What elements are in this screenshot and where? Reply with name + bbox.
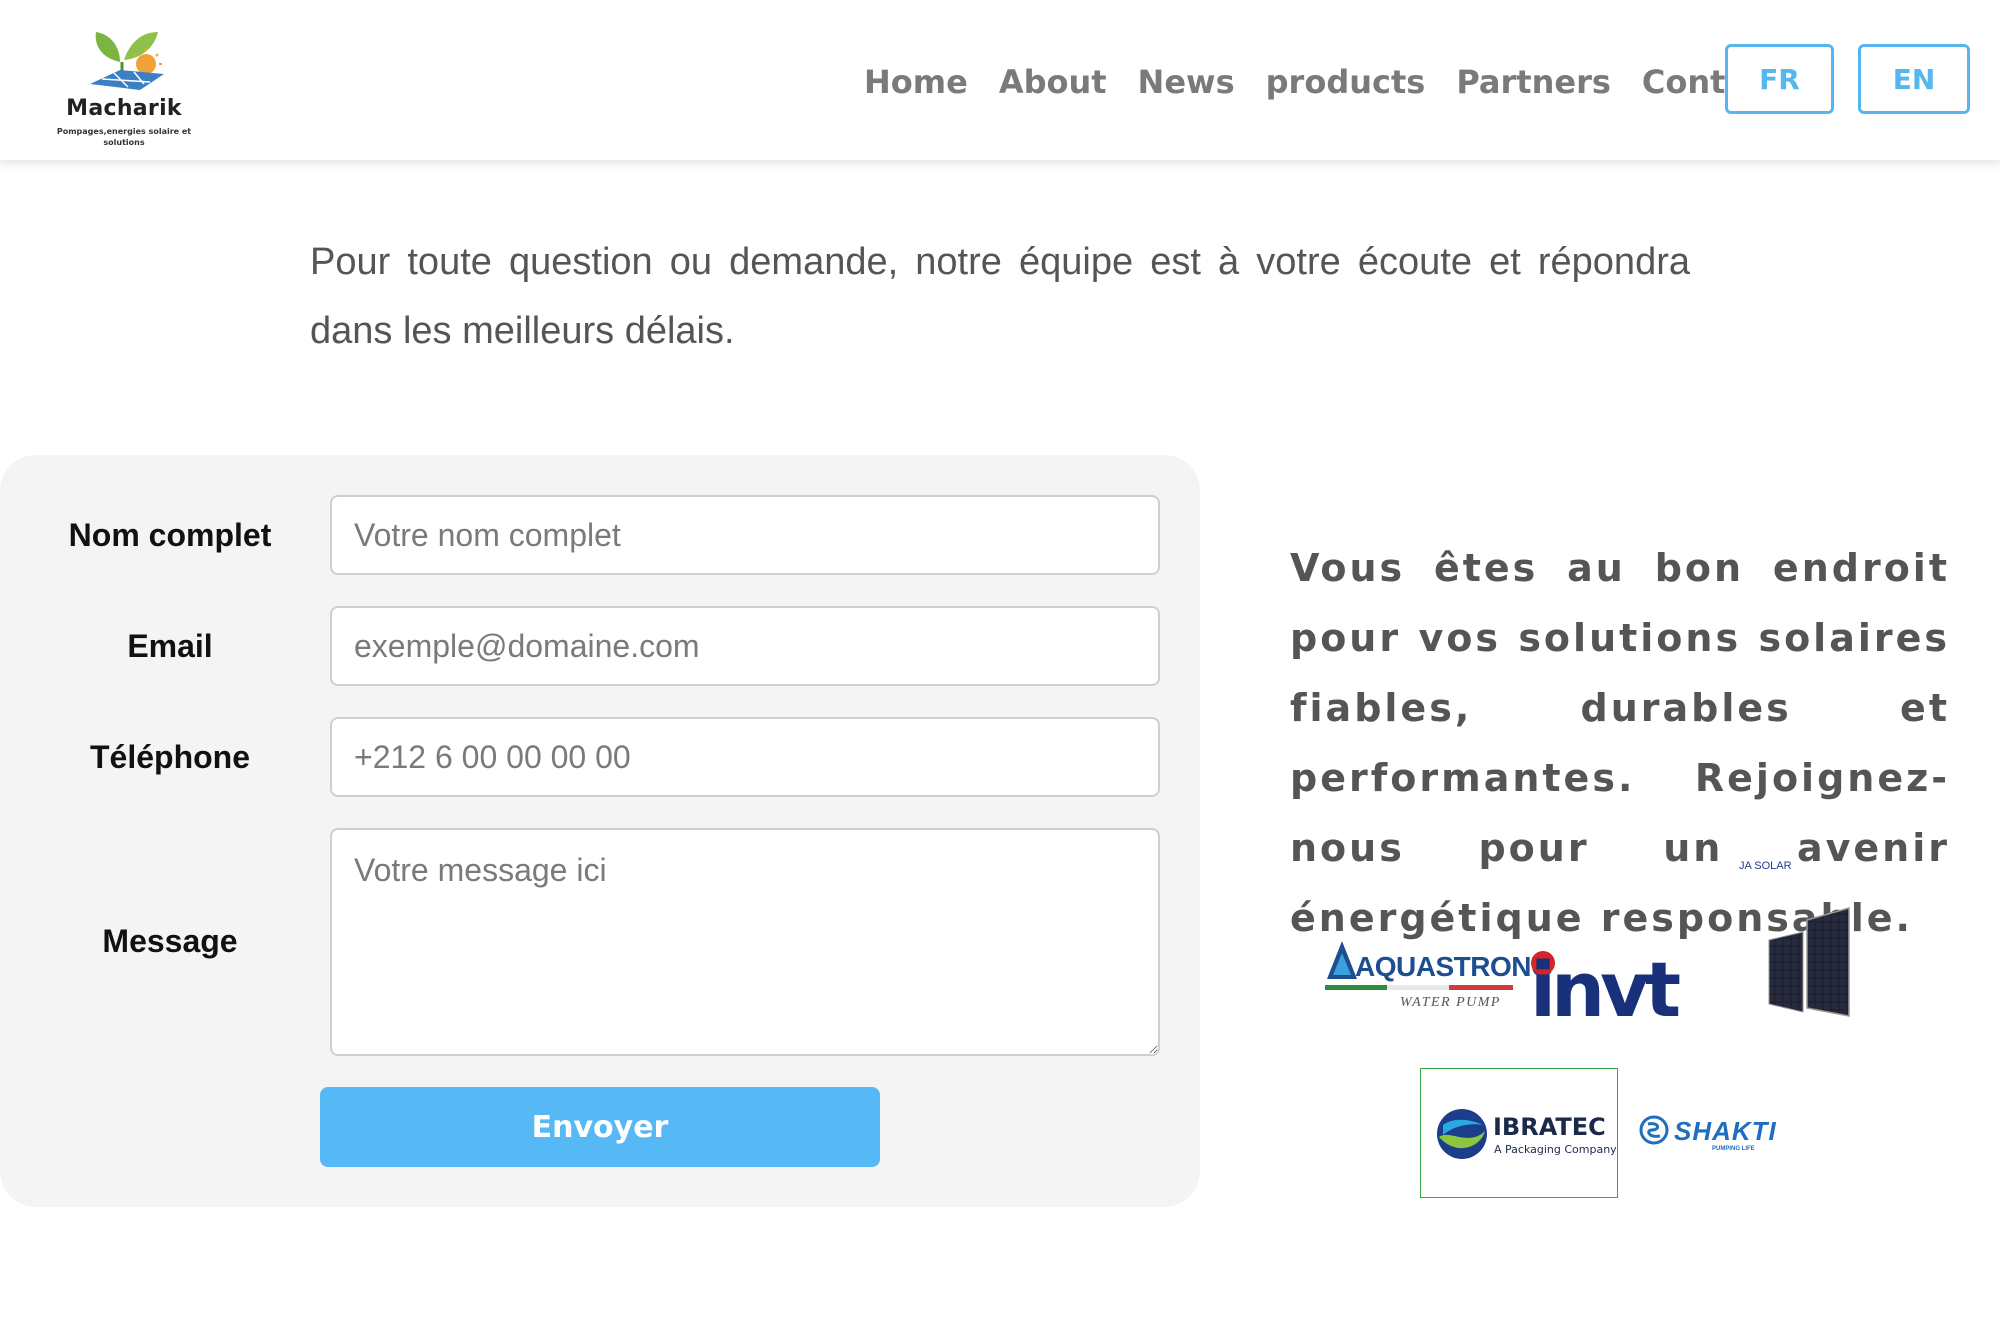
send-button[interactable]: Envoyer (320, 1087, 880, 1167)
brand-logo[interactable]: Macharik Pompages,energies solaire et so… (44, 18, 204, 150)
partner-logo-invt: invt (1530, 950, 1710, 1030)
email-label: Email (127, 628, 213, 664)
flag-stripe-icon (1325, 985, 1513, 990)
shakti-name: SHAKTI (1674, 1116, 1777, 1146)
ibratec-sub: A Packaging Company (1494, 1143, 1617, 1156)
jasolar-name: JA SOLAR (1739, 860, 1792, 872)
nav-link-about[interactable]: About (999, 63, 1107, 101)
language-fr-button[interactable]: FR (1725, 44, 1834, 114)
ibratec-globe-icon (1437, 1109, 1487, 1159)
brand-name: Macharik (66, 96, 182, 121)
partner-logo-ibratec: IBRATEC A Packaging Company (1420, 1068, 1618, 1198)
phone-label: Téléphone (89, 739, 250, 775)
intro-text: Pour toute question ou demande, notre éq… (310, 241, 1690, 352)
nav-link-partners[interactable]: Partners (1456, 63, 1611, 101)
nav-link-home[interactable]: Home (864, 63, 968, 101)
water-drop-icon (1327, 941, 1357, 979)
main-nav: Home About News products Partners Contac… (864, 58, 1812, 106)
shakti-swirl-icon (1639, 1115, 1669, 1145)
aquastrong-name: AQUASTRONG (1355, 951, 1553, 982)
nav-link-news[interactable]: News (1138, 63, 1235, 101)
partner-logo-jasolar: JA SOLAR (1735, 860, 1875, 1020)
contact-form: Nom complet Email Téléphone Message Envo… (0, 455, 1200, 1207)
logo-icon (90, 32, 164, 90)
site-header: Macharik Pompages,energies solaire et so… (0, 0, 2000, 160)
partner-logo-shakti: SHAKTI PUMPING LIFE (1638, 1112, 1803, 1156)
nav-link-products[interactable]: products (1266, 63, 1426, 101)
language-en-button[interactable]: EN (1858, 44, 1970, 114)
message-label: Message (102, 923, 238, 959)
aquastrong-sub: WATER PUMP (1400, 995, 1501, 1010)
ibratec-name: IBRATEC (1493, 1113, 1606, 1141)
phone-input[interactable] (330, 717, 1160, 797)
brand-tagline: Pompages,energies solaire et solutions (56, 127, 192, 147)
email-input[interactable] (330, 606, 1160, 686)
name-label: Nom complet (68, 517, 272, 553)
partner-logo-aquastrong: AQUASTRONG WATER PUMP (1325, 935, 1553, 1015)
message-textarea[interactable] (330, 828, 1160, 1056)
solar-panel-icon (1768, 907, 1850, 1017)
invt-name: invt (1530, 945, 1681, 1034)
shakti-sub: PUMPING LIFE (1712, 1146, 1755, 1152)
name-input[interactable] (330, 495, 1160, 575)
